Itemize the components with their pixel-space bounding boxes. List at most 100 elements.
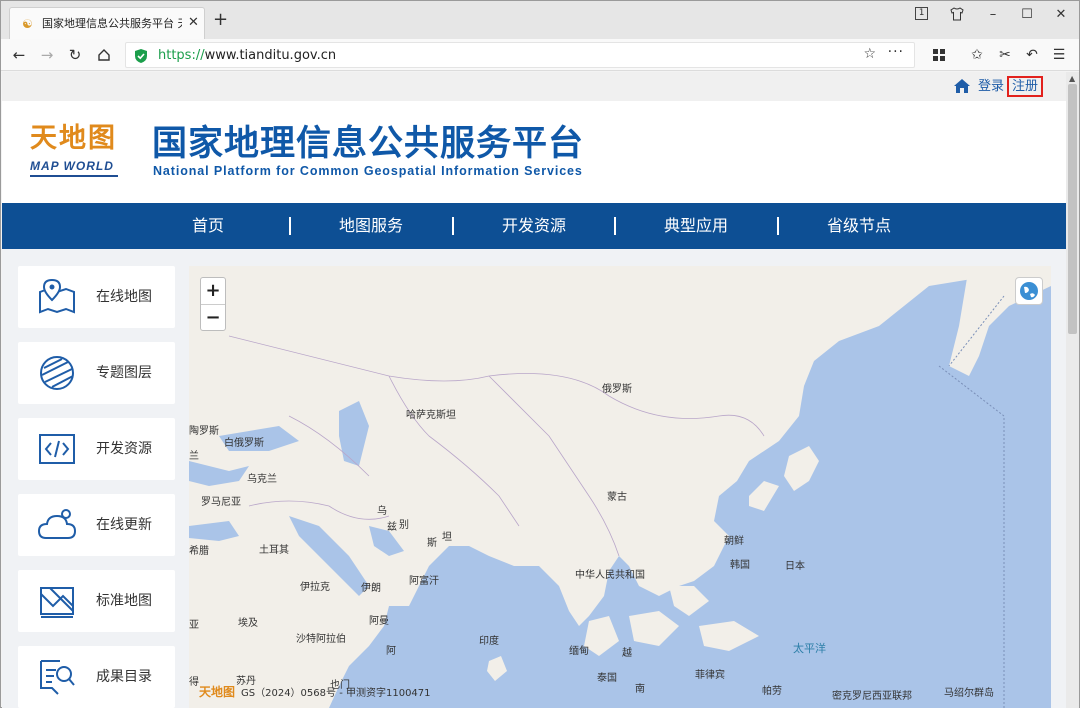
sidebar-item-label: 在线地图 [96, 289, 152, 305]
back-button[interactable]: ← [9, 45, 29, 65]
map-label: 罗马尼亚 [201, 497, 241, 508]
forward-button[interactable]: → [37, 45, 57, 65]
mapworld-logo: MAP WORLD [30, 159, 114, 173]
page-topbar: 登录 注册 [2, 72, 1066, 101]
sidebar-item-label: 开发资源 [96, 441, 152, 457]
scrollbar-thumb[interactable] [1068, 84, 1077, 334]
nav-bar: ← → ↻ https://www.tianditu.gov.cn ☆ ··· … [1, 39, 1079, 71]
sidebar-item-online-map[interactable]: 在线地图 [18, 266, 175, 328]
map-label: 希腊 [189, 546, 209, 557]
grid-menu-icon[interactable] [929, 45, 949, 65]
map-label: 中华人民共和国 [575, 570, 645, 581]
url-host: www.tianditu.gov.cn [204, 48, 337, 63]
nav-separator [289, 217, 291, 235]
map-label: 伊拉克 [300, 582, 330, 593]
minimize-button[interactable]: – [983, 7, 1003, 23]
nav-applications[interactable]: 典型应用 [636, 203, 756, 249]
layers-icon [40, 356, 74, 390]
map-label: 坦 [442, 532, 452, 543]
sidebar-item-standard-map[interactable]: 标准地图 [18, 570, 175, 632]
map-label: 朝鲜 [724, 536, 744, 547]
map-label: 阿 [386, 646, 396, 657]
sidebar-item-label: 在线更新 [96, 517, 152, 533]
map-label: 蒙古 [607, 492, 627, 503]
map-viewer[interactable]: + − 俄罗斯 蒙古 哈萨克斯坦 中华人民共和国 印度 日本 韩国 朝鲜 太平洋… [189, 266, 1051, 708]
map-label: 帕劳 [762, 686, 782, 697]
menu-icon[interactable]: ☰ [1049, 45, 1069, 65]
map-label: 斯 [427, 538, 437, 549]
tab-tianditu[interactable]: ☯ 国家地理信息公共服务平台 天 ✕ [9, 7, 205, 39]
tianditu-logo[interactable]: 天地图 [30, 123, 117, 155]
map-label: 乌 [377, 506, 387, 517]
map-label: 土耳其 [259, 545, 289, 556]
site-title: 国家地理信息公共服务平台 [152, 124, 585, 164]
globe-button[interactable] [1015, 277, 1043, 305]
map-pin-icon [39, 278, 75, 314]
globe-icon [1020, 282, 1038, 300]
nav-home[interactable]: 首页 [148, 203, 268, 249]
map-label: 泰国 [597, 673, 617, 684]
copyright-text: GS（2024）0568号 - 甲测资字1100471 [241, 688, 431, 699]
tab-count-badge[interactable]: 1 [915, 7, 928, 20]
reload-button[interactable]: ↻ [65, 45, 85, 65]
home-icon[interactable] [954, 79, 970, 93]
bookmark-star-icon[interactable]: ☆ [863, 46, 876, 62]
map-label: 兹 [387, 522, 397, 533]
copyright-logo: 天地图 [199, 685, 236, 699]
zoom-in-button[interactable]: + [201, 278, 225, 304]
site-header: 天地图 MAP WORLD 国家地理信息公共服务平台 National Plat… [2, 101, 1066, 203]
address-bar[interactable]: https://www.tianditu.gov.cn ☆ ··· [125, 42, 915, 68]
nav-dev-resources[interactable]: 开发资源 [474, 203, 594, 249]
undo-icon[interactable]: ↶ [1022, 45, 1042, 65]
map-label: 菲律宾 [695, 670, 725, 681]
map-label: 密克罗尼西亚联邦 [832, 691, 912, 702]
sidebar-item-thematic-layers[interactable]: 专题图层 [18, 342, 175, 404]
close-window-button[interactable]: ✕ [1051, 7, 1071, 23]
cloud-update-icon [38, 509, 76, 539]
map-label: 沙特阿拉伯 [296, 634, 346, 645]
map-label-ocean: 太平洋 [793, 642, 826, 655]
login-link[interactable]: 登录 [978, 78, 1004, 95]
map-label: 哈萨克斯坦 [406, 410, 456, 421]
map-label: 缅甸 [569, 646, 589, 657]
map-label: 陶罗斯 [189, 426, 219, 437]
register-link[interactable]: 注册 [1007, 76, 1044, 97]
tianditu-favicon-icon: ☯ [22, 17, 33, 31]
tab-close-icon[interactable]: ✕ [188, 15, 199, 31]
map-copyright: 天地图 GS（2024）0568号 - 甲测资字1100471 [199, 686, 431, 700]
map-label: 别 [399, 520, 409, 531]
new-tab-button[interactable]: + [213, 10, 228, 30]
nav-separator [452, 217, 454, 235]
sidebar-item-catalog[interactable]: 成果目录 [18, 646, 175, 708]
shirt-icon[interactable] [947, 7, 967, 26]
main-nav: 首页 地图服务 开发资源 典型应用 省级节点 [2, 203, 1066, 249]
map-label: 日本 [785, 561, 805, 572]
nav-separator [614, 217, 616, 235]
standard-map-icon [40, 587, 74, 618]
favorites-icon[interactable]: ✩ [967, 45, 987, 65]
page-scrollbar[interactable]: ▲ [1066, 72, 1079, 708]
map-label: 越 [622, 648, 632, 659]
map-label: 亚 [189, 620, 199, 631]
sidebar-item-dev-resources[interactable]: 开发资源 [18, 418, 175, 480]
nav-provincial-nodes[interactable]: 省级节点 [799, 203, 919, 249]
maximize-button[interactable]: ☐ [1017, 7, 1037, 23]
tab-strip: ☯ 国家地理信息公共服务平台 天 ✕ + 1 – ☐ ✕ [1, 1, 1079, 39]
map-label: 白俄罗斯 [224, 438, 264, 449]
screenshot-scissors-icon[interactable]: ✂ [995, 45, 1015, 65]
zoom-out-button[interactable]: − [201, 305, 225, 331]
scroll-up-icon[interactable]: ▲ [1069, 74, 1075, 83]
more-actions-icon[interactable]: ··· [888, 44, 904, 60]
map-label: 伊朗 [361, 583, 381, 594]
nav-separator [777, 217, 779, 235]
url-protocol: https:// [158, 48, 205, 63]
map-label: 乌克兰 [247, 474, 277, 485]
nav-map-services[interactable]: 地图服务 [311, 203, 431, 249]
sidebar-item-online-update[interactable]: 在线更新 [18, 494, 175, 556]
zoom-control: + − [200, 277, 226, 331]
map-label: 南 [635, 684, 645, 695]
map-label: 印度 [479, 636, 499, 647]
url-text[interactable]: https://www.tianditu.gov.cn [158, 47, 336, 65]
logo-underline [30, 175, 118, 177]
home-button[interactable] [94, 45, 114, 65]
